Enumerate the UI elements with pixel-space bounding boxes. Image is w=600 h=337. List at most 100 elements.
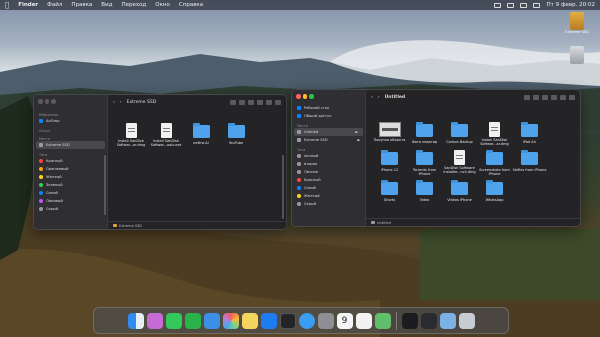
folder-item[interactable]: iPad Air [512,122,547,146]
sidebar-item-extreme-ssd[interactable]: Extreme SSD ⏏ [292,136,365,144]
menu-help[interactable]: Справка [179,2,203,8]
tv-icon[interactable] [279,312,296,329]
appstore-icon[interactable] [260,312,277,329]
forward-icon[interactable]: › [120,100,122,105]
folder-item[interactable]: Torrents from iPhone [407,150,442,176]
share-icon[interactable] [542,94,548,100]
notes-icon[interactable] [241,312,258,329]
photos-icon[interactable] [222,312,239,329]
close-icon[interactable] [38,99,43,104]
search-icon[interactable] [569,94,575,100]
file-item[interactable]: Покупка объекта [372,122,407,146]
search-icon[interactable] [520,2,528,8]
menu-edit[interactable]: Правка [71,2,92,8]
forward-icon[interactable]: › [378,95,380,100]
sidebar-tag[interactable]: Личное [292,168,365,176]
zoom-icon[interactable] [309,94,314,99]
settings-icon[interactable] [317,312,334,329]
folder-item[interactable]: Carbon Backup [442,122,477,146]
folder-item[interactable]: Screenshots from iPhone [477,150,512,176]
menu-view[interactable]: Вид [101,2,112,8]
minimize-icon[interactable] [302,94,307,99]
view-icon[interactable] [230,99,236,105]
sidebar-tag[interactable]: личный [292,152,365,160]
zoom-icon[interactable] [51,99,56,104]
sidebar-item-shared[interactable]: Общий доступ [292,112,365,120]
folder-item[interactable]: YouTube [219,123,253,147]
sidebar-scrollbar[interactable] [104,155,106,215]
clock[interactable]: Пт 9 февр. 20:02 [546,2,595,8]
folder-item[interactable]: Фото квартир [407,122,442,146]
eject-icon[interactable]: ⏏ [357,138,360,142]
menu-go[interactable]: Переход [121,2,146,8]
sidebar-tag[interactable]: Желтый [34,173,107,181]
sidebar-item-extreme-ssd[interactable]: Extreme SSD [36,141,105,149]
view-icon[interactable] [524,94,530,100]
app-menu[interactable]: Finder [18,2,38,8]
folder-item[interactable]: кейти.AI [184,123,218,147]
menu-window[interactable]: Окно [155,2,170,8]
maps-icon[interactable] [374,312,391,329]
sidebar-tag[interactable]: вторая [292,160,365,168]
sidebar: Избранное AirDrop iCloud Места Extreme S… [34,95,108,229]
folder-stack-icon[interactable] [439,312,456,329]
file-item[interactable]: SanDisk Software Installer...ncil.dmg [442,150,477,176]
wifi-icon[interactable] [507,2,515,8]
sidebar-tag[interactable]: Красный [34,157,107,165]
apple-menu-icon[interactable]:  [5,0,9,10]
finder-icon[interactable] [127,312,144,329]
sidebar-item-desktop[interactable]: Рабочий стол [292,104,365,112]
sidebar-tag[interactable]: Синий [34,189,107,197]
sidebar-tag[interactable]: Серый [34,205,107,213]
safari-icon[interactable] [298,312,315,329]
mail-icon[interactable] [203,312,220,329]
sidebar-tag[interactable]: Серый [292,200,365,208]
desktop-disk[interactable] [562,46,592,64]
menu-file[interactable]: Файл [47,2,62,8]
share-icon[interactable] [248,99,254,105]
more-icon[interactable] [266,99,272,105]
file-item[interactable]: Install SanDisk Softwar...ar.dmg [114,123,148,147]
reminders-icon[interactable] [355,312,372,329]
sidebar-tag[interactable]: Желтый [292,192,365,200]
more-icon[interactable] [560,94,566,100]
sidebar-item-untitled[interactable]: Untitled ⏏ [294,128,363,136]
battery-icon[interactable] [494,2,502,8]
sidebar-tag[interactable]: Зеленый [34,181,107,189]
folder-item[interactable]: Videos iPhone [442,180,477,202]
eject-icon[interactable]: ⏏ [355,130,358,134]
sidebar-tag[interactable]: Синий [292,184,365,192]
calendar-icon[interactable]: 9 [336,312,353,329]
folder-item[interactable]: Selfies from iPhone [512,150,547,176]
control-center-icon[interactable] [533,2,541,8]
launchpad-icon[interactable] [146,312,163,329]
content-scrollbar[interactable] [282,155,284,219]
sidebar-item-airdrop[interactable]: AirDrop [34,117,107,125]
apps-grid-icon[interactable] [420,312,437,329]
search-icon[interactable] [275,99,281,105]
close-icon[interactable] [296,94,301,99]
folder-item[interactable]: WhatsApp [477,180,512,202]
facetime-icon[interactable] [184,312,201,329]
toolbar: ‹ › Extreme SSD [108,95,286,109]
folder-item[interactable]: Shorts [372,180,407,202]
back-icon[interactable]: ‹ [371,95,373,100]
tag-icon[interactable] [257,99,263,105]
messages-icon[interactable] [165,312,182,329]
sidebar-tag[interactable]: Лиловый [34,197,107,205]
sidebar-tag[interactable]: Красный [292,176,365,184]
minimize-icon[interactable] [44,99,49,104]
folder-icon [416,122,433,137]
file-item[interactable]: Install SanDisk Softwar...ar.dmg [477,122,512,146]
folder-item[interactable]: iPhone 12 [372,150,407,176]
group-icon[interactable] [533,94,539,100]
sidebar-tag[interactable]: Оранжевый [34,165,107,173]
desktop-drive[interactable]: Extreme SSD [562,12,592,34]
group-icon[interactable] [239,99,245,105]
tag-icon[interactable] [551,94,557,100]
back-icon[interactable]: ‹ [113,100,115,105]
trash-icon[interactable] [458,312,475,329]
file-item[interactable]: Install SanDisk Softwar...ools.exe [149,123,183,147]
folder-item[interactable]: Video [407,180,442,202]
downloads-icon[interactable] [401,312,418,329]
